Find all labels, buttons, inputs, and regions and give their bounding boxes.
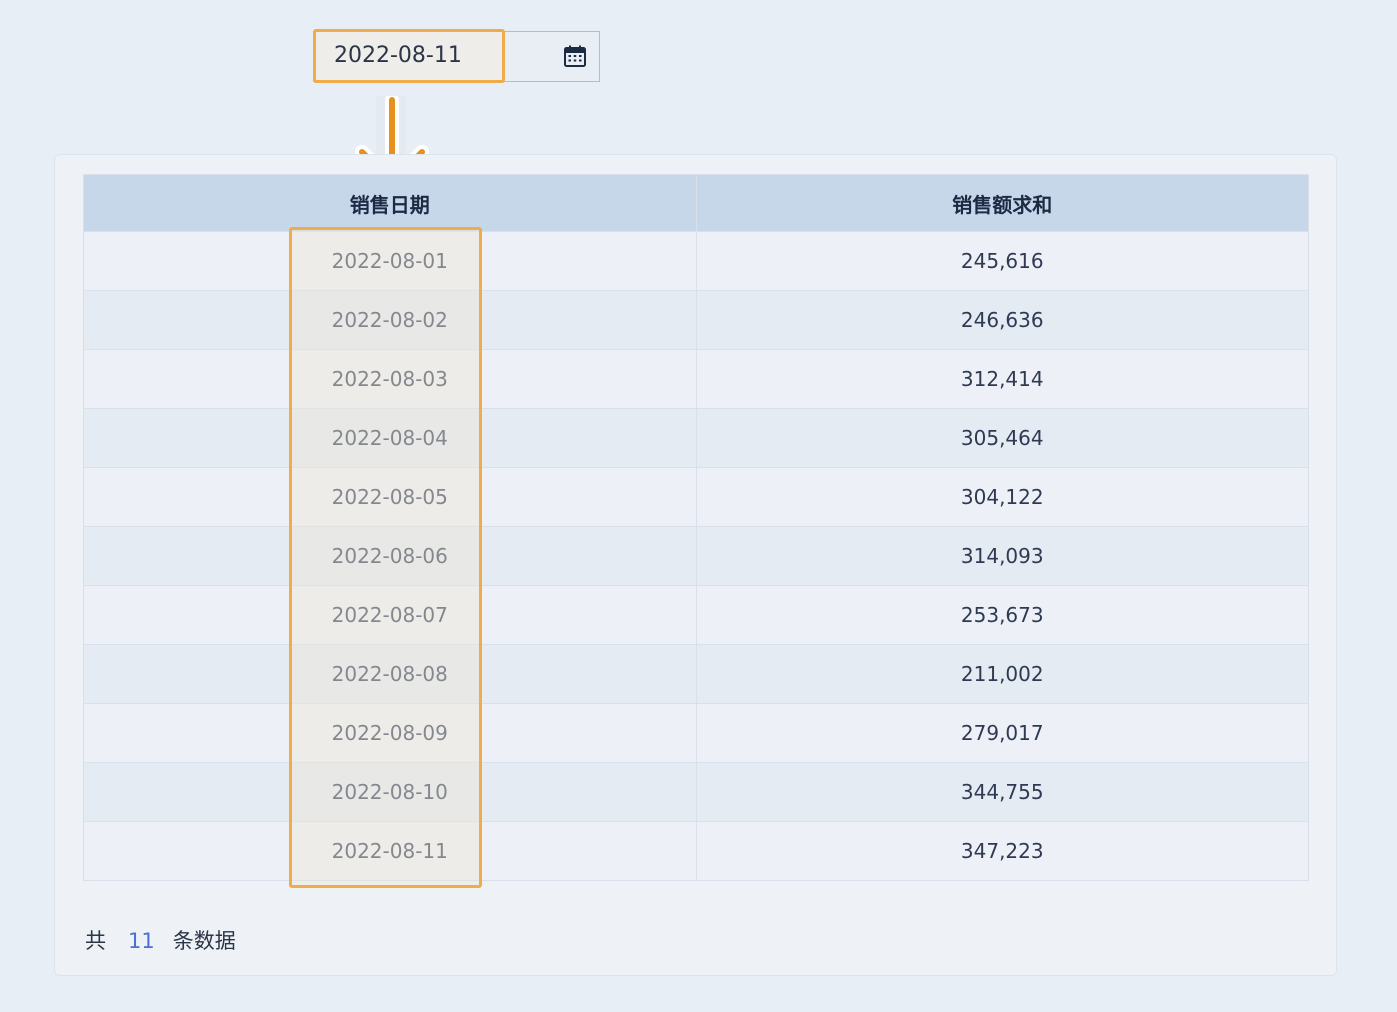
table-header-row: 销售日期 销售额求和 — [83, 174, 1309, 232]
table-row: 2022-08-10 344,755 — [83, 762, 1309, 822]
cell-sales-date: 2022-08-09 — [83, 703, 697, 763]
cell-sales-date: 2022-08-08 — [83, 644, 697, 704]
cell-sales-sum: 305,464 — [695, 408, 1309, 468]
date-input-highlight[interactable]: 2022-08-11 — [313, 29, 505, 83]
table-row: 2022-08-01 245,616 — [83, 231, 1309, 291]
cell-sales-date: 2022-08-04 — [83, 408, 697, 468]
cell-sales-date: 2022-08-11 — [83, 821, 697, 881]
cell-sales-sum: 304,122 — [695, 467, 1309, 527]
footer-suffix: 条数据 — [172, 929, 236, 953]
table-row: 2022-08-02 246,636 — [83, 290, 1309, 350]
cell-sales-sum: 245,616 — [695, 231, 1309, 291]
row-count-footer: 共 11 条数据 — [85, 926, 236, 956]
cell-sales-sum: 246,636 — [695, 290, 1309, 350]
cell-sales-date: 2022-08-07 — [83, 585, 697, 645]
table-row: 2022-08-07 253,673 — [83, 585, 1309, 645]
cell-sales-date: 2022-08-03 — [83, 349, 697, 409]
table-row: 2022-08-03 312,414 — [83, 349, 1309, 409]
column-header-sales-date[interactable]: 销售日期 — [83, 174, 697, 232]
cell-sales-date: 2022-08-05 — [83, 467, 697, 527]
cell-sales-date: 2022-08-01 — [83, 231, 697, 291]
cell-sales-sum: 253,673 — [695, 585, 1309, 645]
page: 2022-08-11 销售日期 销售额求和 2022-08-01 245,616 — [0, 0, 1397, 1012]
cell-sales-date: 2022-08-02 — [83, 290, 697, 350]
cell-sales-sum: 279,017 — [695, 703, 1309, 763]
cell-sales-sum: 211,002 — [695, 644, 1309, 704]
table-row: 2022-08-11 347,223 — [83, 821, 1309, 881]
footer-prefix: 共 — [85, 929, 106, 953]
cell-sales-sum: 312,414 — [695, 349, 1309, 409]
table-row: 2022-08-08 211,002 — [83, 644, 1309, 704]
table-row: 2022-08-09 279,017 — [83, 703, 1309, 763]
data-table: 销售日期 销售额求和 2022-08-01 245,616 2022-08-02… — [83, 174, 1309, 881]
calendar-icon[interactable] — [563, 44, 587, 68]
table-row: 2022-08-05 304,122 — [83, 467, 1309, 527]
cell-sales-sum: 347,223 — [695, 821, 1309, 881]
table-row: 2022-08-04 305,464 — [83, 408, 1309, 468]
cell-sales-date: 2022-08-10 — [83, 762, 697, 822]
column-header-sales-sum[interactable]: 销售额求和 — [695, 174, 1309, 232]
cell-sales-sum: 314,093 — [695, 526, 1309, 586]
table-row: 2022-08-06 314,093 — [83, 526, 1309, 586]
date-input-value[interactable]: 2022-08-11 — [334, 32, 462, 80]
cell-sales-date: 2022-08-06 — [83, 526, 697, 586]
cell-sales-sum: 344,755 — [695, 762, 1309, 822]
row-count: 11 — [128, 929, 155, 953]
